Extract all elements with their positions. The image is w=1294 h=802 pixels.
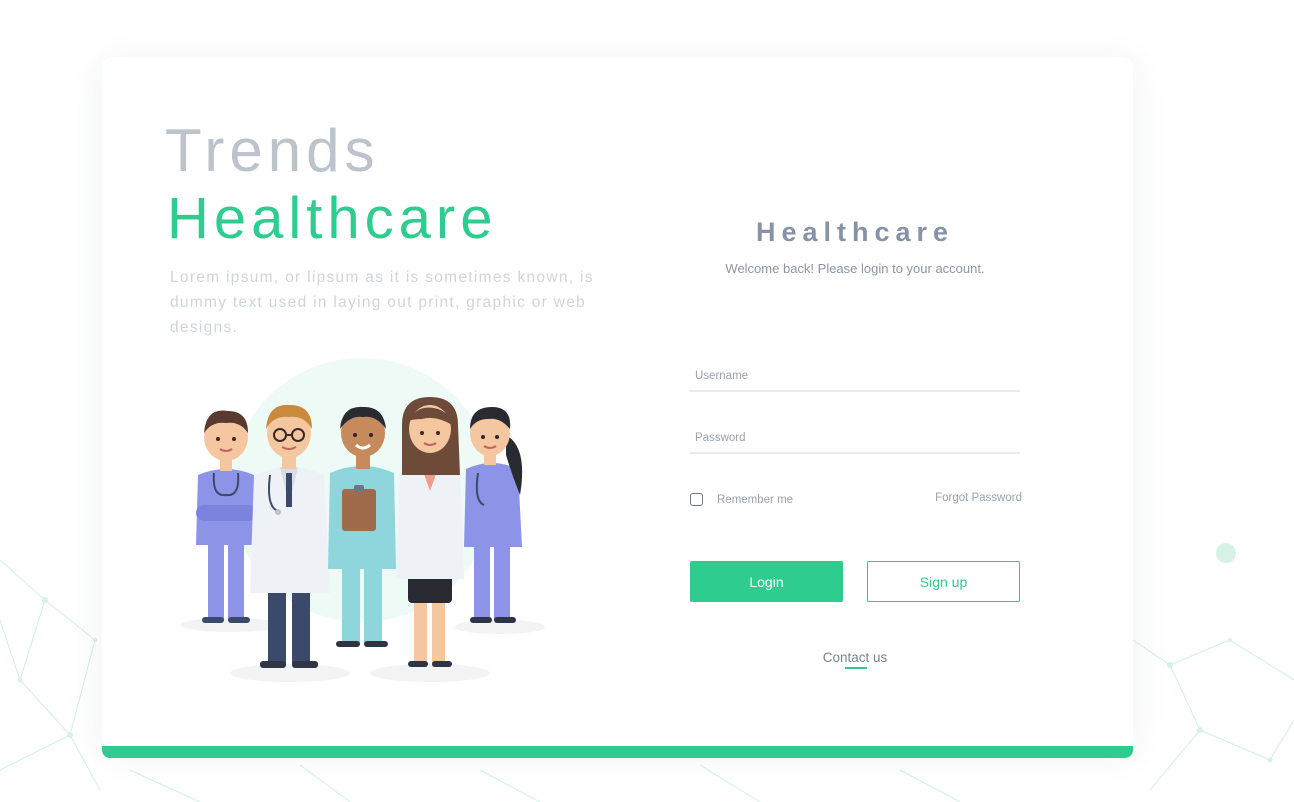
login-brand-title: Healthcare <box>755 217 955 247</box>
remember-me-label: Remember me <box>717 493 794 506</box>
hero-description: Lorem ipsum, or lipsum as it is sometime… <box>170 269 594 336</box>
card-accent-bar <box>102 746 1133 758</box>
signup-button[interactable]: Sign up <box>867 561 1020 602</box>
remember-me-checkbox[interactable] <box>690 493 703 506</box>
nurse-left-figure <box>196 410 256 623</box>
welcome-message: Welcome back! Please login to your accou… <box>725 261 985 276</box>
medical-team-illustration <box>180 358 545 682</box>
hero-title-line2: Healthcare <box>167 186 498 251</box>
password-input[interactable] <box>690 424 1020 454</box>
contact-us-link[interactable]: Contact us <box>690 650 1020 665</box>
hero-title-line1: Trends <box>165 117 380 184</box>
doctor-female-figure <box>396 397 464 667</box>
contact-underline <box>845 667 867 669</box>
remember-me[interactable]: Remember me <box>690 491 793 508</box>
nurse-right-figure <box>464 407 523 623</box>
login-button[interactable]: Login <box>690 561 843 602</box>
username-input[interactable] <box>690 362 1020 392</box>
forgot-password-link[interactable]: Forgot Password <box>900 492 1022 504</box>
